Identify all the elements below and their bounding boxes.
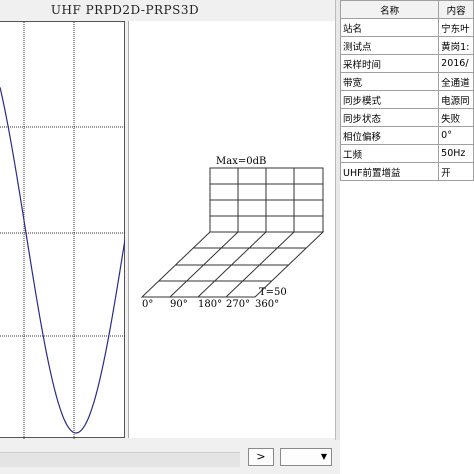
table-row[interactable]: 同步状态 失败: [339, 108, 474, 127]
row-name: 同步状态: [339, 108, 440, 127]
row-value: 全通道: [438, 72, 474, 91]
phase-label-180: 180°: [198, 299, 222, 310]
prps-3d-panel: Max=0dB T=50 0° 90° 180° 270° 360°: [128, 21, 335, 438]
row-name: UHF前置增益: [339, 162, 440, 181]
prps-3d-chart: Max=0dB T=50 0° 90° 180° 270° 360°: [140, 156, 325, 310]
row-name: 相位偏移: [339, 126, 440, 145]
sine-reference-curve: [0, 87, 126, 434]
properties-table: 名称 内容 站名 宁东叶 测试点 黄岗1: 采样时间 2016/ 带宽 全通道: [339, 0, 474, 181]
row-value: 黄岗1:: [438, 36, 474, 55]
row-value: 0°: [438, 126, 474, 145]
table-row[interactable]: 相位偏移 0°: [339, 126, 474, 145]
row-value: 开: [438, 162, 474, 181]
row-value: 宁东叶: [438, 18, 474, 37]
row-value: 电源同: [438, 90, 474, 109]
phase-label-90: 90°: [170, 299, 188, 310]
table-row[interactable]: 站名 宁东叶: [339, 18, 474, 37]
row-name: 采样时间: [339, 54, 440, 73]
next-button[interactable]: >: [248, 448, 274, 466]
table-row[interactable]: 带宽 全通道: [339, 72, 474, 91]
phase-label-0: 0°: [142, 299, 153, 310]
row-name: 同步模式: [339, 90, 440, 109]
phase-label-360: 360°: [255, 299, 279, 310]
table-header-value: 内容: [438, 0, 474, 19]
table-row[interactable]: UHF前置增益 开: [339, 162, 474, 181]
prpd-2d-panel: [0, 21, 126, 439]
phase-label-270: 270°: [226, 299, 250, 310]
row-value: 失败: [438, 108, 474, 127]
row-name: 工频: [339, 144, 440, 163]
table-row[interactable]: 采样时间 2016/: [339, 54, 474, 73]
row-name: 带宽: [339, 72, 440, 91]
table-row[interactable]: 工频 50Hz: [339, 144, 474, 163]
properties-panel: 名称 内容 站名 宁东叶 测试点 黄岗1: 采样时间 2016/ 带宽 全通道: [339, 0, 474, 474]
horizontal-scrollbar[interactable]: [0, 452, 240, 467]
table-row[interactable]: 同步模式 电源同: [339, 90, 474, 109]
table-row[interactable]: 测试点 黄岗1:: [339, 36, 474, 55]
row-name: 站名: [339, 18, 440, 37]
prps-max-label: Max=0dB: [216, 156, 266, 167]
table-header-row: 名称 内容: [339, 0, 474, 19]
row-value: 50Hz: [438, 144, 474, 163]
prpd-grid: [0, 22, 126, 439]
chart-title: UHF PRPD2D-PRPS3D: [50, 3, 200, 17]
view-select[interactable]: ▼: [280, 448, 332, 466]
prps-t-label: T=50: [259, 287, 287, 298]
table-header-name: 名称: [339, 0, 440, 19]
row-name: 测试点: [339, 36, 440, 55]
row-value: 2016/: [438, 54, 474, 73]
chevron-down-icon[interactable]: ▼: [317, 449, 331, 465]
bottom-toolbar: > ▼: [0, 440, 340, 474]
